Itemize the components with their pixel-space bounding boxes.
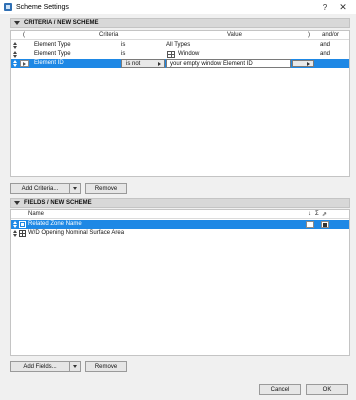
close-icon[interactable]: ✕ bbox=[336, 1, 350, 13]
window-element-icon bbox=[167, 51, 175, 58]
andor-cell[interactable]: and bbox=[320, 42, 330, 48]
add-fields-dropdown[interactable] bbox=[70, 362, 80, 371]
add-fields-button[interactable]: Add Fields... bbox=[10, 361, 81, 372]
operator-dropdown[interactable]: is not bbox=[121, 59, 165, 68]
value-cell[interactable]: All Types bbox=[166, 42, 190, 48]
open-paren-selector[interactable] bbox=[20, 60, 29, 67]
chevron-down-icon bbox=[73, 187, 77, 190]
ok-button[interactable]: OK bbox=[306, 384, 348, 395]
add-criteria-main[interactable]: Add Criteria... bbox=[11, 184, 70, 193]
col-value[interactable]: Value bbox=[227, 32, 242, 38]
operator-cell[interactable]: is bbox=[121, 51, 125, 57]
col-criteria[interactable]: Criteria bbox=[99, 32, 118, 38]
criteria-section-title: CRITERIA / NEW SCHEME bbox=[24, 20, 99, 26]
drag-handle-icon[interactable] bbox=[12, 60, 17, 67]
drag-handle-icon[interactable] bbox=[12, 51, 17, 58]
criteria-cell[interactable]: Element ID bbox=[34, 60, 64, 66]
zone-icon bbox=[19, 221, 26, 228]
window-title: Scheme Settings bbox=[16, 3, 69, 11]
help-button[interactable]: ? bbox=[318, 1, 332, 13]
fields-column-headers: Name ↓ Σ ⇗ bbox=[11, 210, 349, 219]
add-fields-main[interactable]: Add Fields... bbox=[11, 362, 70, 371]
value-input-text: your empty window Element ID bbox=[170, 61, 253, 67]
add-criteria-dropdown[interactable] bbox=[70, 184, 80, 193]
field-row-selected[interactable]: Related Zone Name bbox=[11, 220, 349, 229]
criteria-cell[interactable]: Element Type bbox=[34, 51, 71, 57]
criteria-cell[interactable]: Element Type bbox=[34, 42, 71, 48]
criteria-row[interactable]: Element Type is Window and bbox=[11, 50, 349, 59]
col-sum[interactable]: Σ bbox=[315, 211, 319, 217]
sum-checkbox[interactable] bbox=[321, 221, 329, 228]
col-close-paren[interactable]: ) bbox=[308, 32, 310, 38]
title-bar: Scheme Settings ? ✕ bbox=[0, 0, 356, 14]
field-name[interactable]: Related Zone Name bbox=[28, 221, 82, 227]
col-andor[interactable]: and/or bbox=[322, 32, 339, 38]
field-name[interactable]: W/D Opening Nominal Surface Area bbox=[28, 230, 124, 236]
app-icon bbox=[4, 3, 12, 11]
criteria-table: ( Criteria Value ) and/or Element Type i… bbox=[10, 30, 350, 177]
col-unit[interactable]: ⇗ bbox=[322, 211, 327, 218]
col-sort[interactable]: ↓ bbox=[308, 211, 311, 217]
drag-handle-icon[interactable] bbox=[12, 230, 17, 237]
remove-criteria-button[interactable]: Remove bbox=[85, 183, 127, 194]
operator-value: is not bbox=[126, 61, 141, 67]
fields-section-title: FIELDS / NEW SCHEME bbox=[24, 200, 92, 206]
andor-cell[interactable]: and bbox=[320, 51, 330, 57]
col-open-paren[interactable]: ( bbox=[23, 32, 25, 38]
criteria-row-selected[interactable]: Element ID is not your empty window Elem… bbox=[11, 59, 349, 68]
window-door-icon bbox=[19, 230, 26, 237]
close-paren-selector[interactable] bbox=[292, 60, 314, 67]
drag-handle-icon[interactable] bbox=[12, 221, 17, 228]
value-cell[interactable]: Window bbox=[178, 51, 199, 57]
collapse-triangle-icon[interactable] bbox=[14, 21, 20, 25]
drag-handle-icon[interactable] bbox=[12, 42, 17, 49]
chevron-down-icon bbox=[73, 365, 77, 368]
criteria-row[interactable]: Element Type is All Types and bbox=[11, 41, 349, 50]
operator-cell[interactable]: is bbox=[121, 42, 125, 48]
value-input[interactable]: your empty window Element ID bbox=[166, 59, 291, 68]
fields-section-header[interactable]: FIELDS / NEW SCHEME bbox=[10, 198, 350, 208]
sort-checkbox[interactable] bbox=[306, 221, 314, 228]
field-row[interactable]: W/D Opening Nominal Surface Area bbox=[11, 229, 349, 238]
criteria-section-header[interactable]: CRITERIA / NEW SCHEME bbox=[10, 18, 350, 28]
dropdown-arrow-icon bbox=[158, 62, 161, 66]
add-criteria-button[interactable]: Add Criteria... bbox=[10, 183, 81, 194]
col-name[interactable]: Name bbox=[28, 211, 44, 217]
cancel-button[interactable]: Cancel bbox=[259, 384, 301, 395]
remove-fields-button[interactable]: Remove bbox=[85, 361, 127, 372]
criteria-column-headers: ( Criteria Value ) and/or bbox=[11, 31, 349, 40]
collapse-triangle-icon[interactable] bbox=[14, 201, 20, 205]
fields-table: Name ↓ Σ ⇗ Related Zone Name W/D Opening… bbox=[10, 209, 350, 356]
